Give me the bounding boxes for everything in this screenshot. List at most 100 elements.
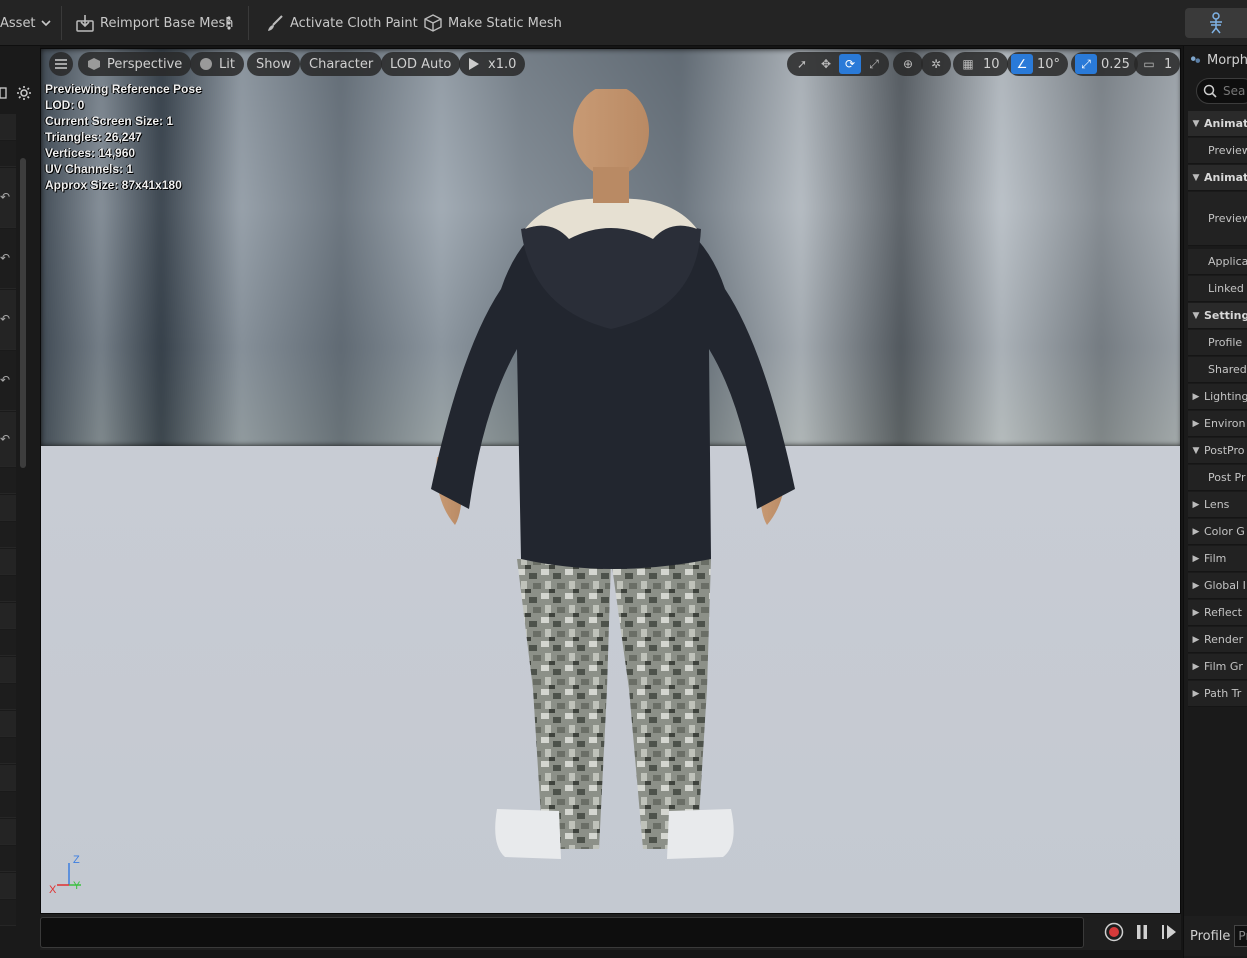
left-list-row[interactable] bbox=[0, 495, 16, 521]
console-input[interactable] bbox=[40, 917, 1084, 948]
reset-arrow-icon[interactable]: ↶ bbox=[0, 373, 14, 387]
camera-speed-value: 1 bbox=[1164, 56, 1173, 72]
step-forward-button[interactable] bbox=[1159, 922, 1179, 942]
left-list-row[interactable]: ↶ bbox=[0, 412, 16, 467]
property-row[interactable]: Applica bbox=[1188, 249, 1247, 275]
property-row[interactable]: Shared bbox=[1188, 357, 1247, 383]
subcategory-row[interactable]: ▶ Lighting bbox=[1188, 384, 1247, 410]
subcategory-row[interactable]: ▶ Film Gr bbox=[1188, 654, 1247, 680]
lit-button[interactable]: Lit bbox=[190, 52, 244, 76]
left-list-row[interactable] bbox=[0, 900, 16, 926]
profile-dropdown[interactable]: Pr bbox=[1234, 925, 1247, 947]
left-list-row[interactable] bbox=[0, 873, 16, 899]
more-options-button[interactable] bbox=[226, 0, 232, 46]
left-list-row[interactable]: ↶ bbox=[0, 168, 16, 228]
left-list-row[interactable] bbox=[0, 630, 16, 656]
viewport-options-button[interactable] bbox=[49, 52, 73, 76]
show-button[interactable]: Show bbox=[247, 52, 301, 76]
toolbar-divider bbox=[61, 6, 62, 40]
gear-icon[interactable] bbox=[16, 85, 32, 101]
property-row[interactable]: Post Pr bbox=[1188, 465, 1247, 491]
left-list-row[interactable] bbox=[0, 792, 16, 818]
left-list-row[interactable] bbox=[0, 711, 16, 737]
subcategory-row[interactable]: ▶ Global I bbox=[1188, 573, 1247, 599]
grid-snap-icon: ▦ bbox=[962, 57, 974, 71]
left-list-row[interactable] bbox=[0, 819, 16, 845]
subcategory-label: Lighting bbox=[1204, 390, 1247, 403]
subcategory-row[interactable]: ▶ Render bbox=[1188, 627, 1247, 653]
subcategory-row[interactable]: ▶ Path Tr bbox=[1188, 681, 1247, 707]
subcategory-row[interactable]: ▶ Reflect bbox=[1188, 600, 1247, 626]
cloth-paint-label: Activate Cloth Paint bbox=[290, 15, 418, 31]
world-coordinates-icon: ⊕ bbox=[902, 57, 914, 71]
left-list-row[interactable] bbox=[0, 141, 16, 167]
static-mesh-label: Make Static Mesh bbox=[448, 15, 562, 31]
subcategory-row[interactable]: ▶ Environ bbox=[1188, 411, 1247, 437]
reset-arrow-icon[interactable]: ↶ bbox=[0, 432, 14, 446]
perspective-button[interactable]: Perspective bbox=[78, 52, 192, 76]
subcategory-row[interactable]: ▶ Color G bbox=[1188, 519, 1247, 545]
left-list-row[interactable] bbox=[0, 657, 16, 683]
left-list-row[interactable]: ↶ bbox=[0, 229, 16, 289]
left-list-row[interactable] bbox=[0, 576, 16, 602]
left-list-row[interactable]: ↶ bbox=[0, 351, 16, 411]
subcategory-label: Path Tr bbox=[1204, 687, 1242, 700]
profile-label: Profile bbox=[1190, 928, 1231, 944]
reset-arrow-icon[interactable]: ↶ bbox=[0, 251, 14, 265]
left-list-row[interactable] bbox=[0, 846, 16, 872]
left-scrollbar[interactable] bbox=[20, 158, 26, 468]
reimport-base-mesh-button[interactable]: Reimport Base Mesh bbox=[74, 0, 234, 46]
translate-tool-icon[interactable]: ✥ bbox=[815, 54, 837, 74]
left-list-row[interactable] bbox=[0, 522, 16, 548]
left-list-row[interactable] bbox=[0, 738, 16, 764]
scale-snap-value: 0.25 bbox=[1101, 56, 1130, 72]
category-animation[interactable]: ▼ Animat bbox=[1188, 165, 1247, 191]
subcategory-row[interactable]: ▶ Film bbox=[1188, 546, 1247, 572]
subcategory-row[interactable]: ▶ Lens bbox=[1188, 492, 1247, 518]
vertical-dots-icon bbox=[227, 16, 231, 30]
subcategory-row[interactable]: ▼ PostPro bbox=[1188, 438, 1247, 464]
viewport-bottom-bar bbox=[40, 914, 1181, 950]
pause-button[interactable] bbox=[1132, 922, 1152, 942]
left-list-row[interactable] bbox=[0, 114, 16, 140]
camera-speed-button[interactable]: ▭ 1 bbox=[1134, 52, 1180, 76]
left-list-row[interactable] bbox=[0, 549, 16, 575]
category-animation[interactable]: ▼ Animat bbox=[1188, 111, 1247, 137]
surface-snap-button[interactable]: ✲ bbox=[921, 52, 951, 76]
property-row[interactable]: Linked bbox=[1188, 276, 1247, 302]
viewport[interactable]: Perspective Lit Show Character LOD Auto … bbox=[40, 48, 1181, 914]
left-list-row[interactable] bbox=[0, 468, 16, 494]
scale-tool-icon[interactable]: ⤢ bbox=[863, 54, 885, 74]
static-mesh-icon bbox=[422, 12, 444, 34]
coordinate-system-button[interactable]: ⊕ bbox=[893, 52, 923, 76]
left-list-row[interactable] bbox=[0, 603, 16, 629]
make-static-mesh-button[interactable]: Make Static Mesh bbox=[422, 0, 562, 46]
property-label: Preview bbox=[1208, 144, 1247, 157]
left-list-row[interactable] bbox=[0, 684, 16, 710]
lod-button[interactable]: LOD Auto bbox=[381, 52, 461, 76]
property-row[interactable]: Preview bbox=[1188, 138, 1247, 164]
reset-arrow-icon[interactable]: ↶ bbox=[0, 312, 14, 326]
rotate-tool-icon[interactable]: ⟳ bbox=[839, 54, 861, 74]
reset-arrow-icon[interactable]: ↶ bbox=[0, 190, 14, 204]
rotation-snap-button[interactable]: ∠ 10° bbox=[1007, 52, 1069, 76]
character-mesh[interactable] bbox=[421, 89, 801, 869]
rotation-snap-value: 10° bbox=[1037, 56, 1061, 72]
category-settings[interactable]: ▼ Setting bbox=[1188, 303, 1247, 329]
activate-cloth-paint-button[interactable]: Activate Cloth Paint bbox=[264, 0, 418, 46]
morph-target-tab[interactable]: Morph bbox=[1184, 48, 1247, 72]
scale-snap-button[interactable]: ⤢ 0.25 bbox=[1071, 52, 1138, 76]
playback-speed-button[interactable]: x1.0 bbox=[459, 52, 526, 76]
property-row[interactable]: Preview bbox=[1188, 192, 1247, 246]
property-row[interactable]: Profile bbox=[1188, 330, 1247, 356]
left-list-row[interactable] bbox=[0, 765, 16, 791]
record-button[interactable] bbox=[1104, 922, 1124, 942]
character-button[interactable]: Character bbox=[300, 52, 383, 76]
grid-icon[interactable] bbox=[0, 86, 10, 100]
asset-menu[interactable]: Asset bbox=[0, 0, 52, 46]
details-search-input[interactable]: Sea bbox=[1196, 78, 1247, 104]
skeleton-mode-button[interactable] bbox=[1185, 8, 1247, 38]
select-tool-icon[interactable]: ➚ bbox=[791, 54, 813, 74]
left-list-row[interactable]: ↶ bbox=[0, 290, 16, 350]
grid-snap-button[interactable]: ▦ 10 bbox=[953, 52, 1008, 76]
